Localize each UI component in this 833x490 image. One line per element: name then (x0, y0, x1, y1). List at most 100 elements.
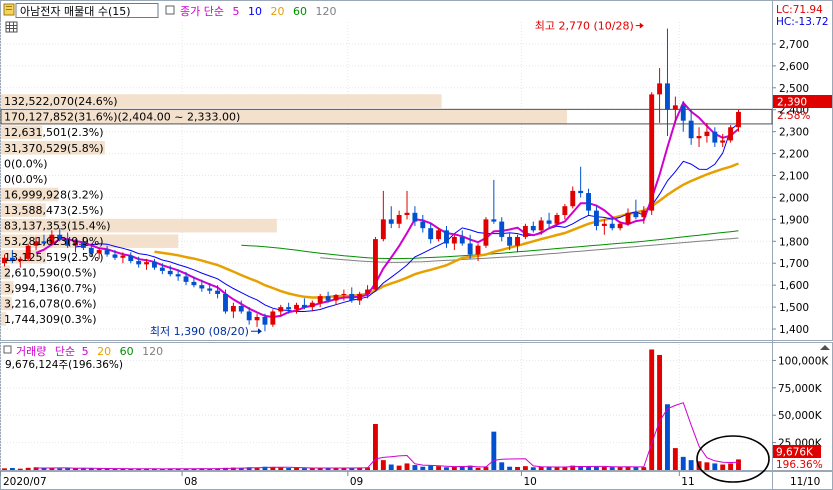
volume-tick-label: 50,000K (778, 410, 823, 422)
volume-bar (25, 467, 31, 470)
date-tick-label: 09 (350, 476, 363, 488)
candle-body (475, 245, 481, 255)
volume-bar (80, 468, 86, 470)
grid-table-icon[interactable] (5, 21, 18, 33)
price-tick-label: 2,500 (779, 83, 809, 95)
volume-bar (672, 448, 678, 470)
candle-body (223, 293, 228, 312)
candle-body (499, 221, 505, 237)
ma-period-5: 5 (232, 5, 239, 18)
candle-body (720, 140, 726, 143)
volume-bar (728, 463, 734, 470)
volume-bar (17, 468, 23, 470)
current-price-change: 2.58% (777, 110, 810, 122)
volume-bar (475, 467, 481, 470)
candle-body (388, 219, 394, 224)
volume-bar (451, 466, 457, 470)
candle-body (404, 212, 410, 215)
candle-body (270, 311, 276, 325)
candle-body (491, 219, 497, 222)
volume-tick-label: 75,000K (778, 383, 823, 395)
volume-ma-period-20: 20 (97, 345, 111, 358)
volume-bar (9, 468, 15, 470)
volume-profile-label: 31,370,529(5.8%) (4, 142, 104, 155)
volume-bar (294, 467, 299, 470)
candle-body (530, 225, 536, 231)
candle-body (341, 293, 347, 296)
candle-body (515, 236, 520, 246)
current-volume-value: 9,676K (776, 447, 814, 459)
candle-body (657, 83, 663, 95)
volume-profile-label: 2,610,590(0.5%) (4, 266, 97, 279)
candle-body (167, 270, 173, 275)
candle-body (128, 255, 134, 262)
date-tick-label: 11/10 (790, 476, 820, 488)
volume-bar (515, 466, 520, 470)
candle-body (641, 210, 647, 218)
volume-profile-label: 3,994,136(0.7%) (4, 282, 97, 295)
ma-period-10: 10 (248, 5, 262, 18)
candle-body (254, 316, 260, 321)
candle-body (546, 220, 552, 224)
candle-body (301, 304, 307, 308)
volume-bar (593, 466, 599, 470)
volume-bar (396, 465, 402, 470)
candle-body (428, 228, 434, 240)
candle-body (152, 262, 157, 268)
candle-body (522, 225, 528, 237)
ma-prefix: 종가 단순 (180, 5, 224, 18)
date-tick-label: 2020/07 (3, 476, 47, 488)
volume-profile-label: 83,137,353(15.4%) (4, 220, 111, 233)
candle-body (665, 83, 670, 110)
candle-body (420, 221, 426, 229)
price-panel-frame (0, 0, 833, 341)
candle-body (120, 255, 126, 258)
volume-profile-label: 1,744,309(0.3%) (4, 313, 97, 326)
square-toggle-icon[interactable] (165, 5, 175, 15)
chart-settings-icon[interactable] (3, 3, 15, 16)
volume-bar (491, 431, 497, 470)
volume-bar (657, 354, 663, 470)
candle-body (593, 210, 599, 226)
candle-body (278, 307, 284, 312)
candle-body (286, 307, 292, 310)
candle-body (183, 276, 189, 282)
volume-bar (444, 467, 449, 470)
volume-bar (554, 467, 560, 470)
candle-body (380, 219, 386, 240)
volume-bar (436, 466, 442, 470)
date-tick-label: 11 (681, 476, 694, 488)
volume-bar (372, 423, 378, 470)
volume-bar (428, 465, 434, 470)
volume-profile-label: 3,216,078(0.6%) (4, 297, 97, 310)
candle-body (349, 293, 355, 301)
candle-body (451, 236, 457, 244)
candle-body (617, 223, 623, 229)
volume-ma-period-120: 120 (142, 345, 163, 358)
stock-chart: 132,522,070(24.6%) 170,127,852(31.6%)(2,4… (0, 0, 833, 490)
volume-profile-label: 0(0.0%) (4, 157, 48, 170)
lc-label: LC:71.94 (776, 4, 823, 16)
candle-body (199, 285, 205, 289)
volume-info: 9,676,124주(196.36%) (5, 359, 123, 371)
price-tick-label: 1,600 (779, 280, 809, 292)
volume-ma-prefix: 단순 (55, 345, 75, 358)
volume-tick-label: 100,000K (778, 355, 829, 367)
candle-body (704, 131, 710, 137)
ma-period-120: 120 (315, 5, 336, 18)
volume-bar (601, 466, 607, 470)
volume-bar (522, 466, 528, 470)
volume-title-box[interactable] (3, 345, 12, 354)
volume-profile-label: 13,125,519(2.5%) (4, 251, 104, 264)
candle-body (357, 293, 363, 301)
volume-bar (649, 349, 655, 470)
volume-bar (586, 466, 591, 470)
volume-bar (301, 468, 307, 470)
candle-body (191, 281, 197, 286)
volume-bar (680, 456, 686, 470)
candle-body (230, 306, 236, 312)
candle-body (309, 302, 315, 308)
candle-body (436, 230, 442, 240)
candle-body (696, 136, 702, 139)
candle-body (444, 230, 449, 244)
